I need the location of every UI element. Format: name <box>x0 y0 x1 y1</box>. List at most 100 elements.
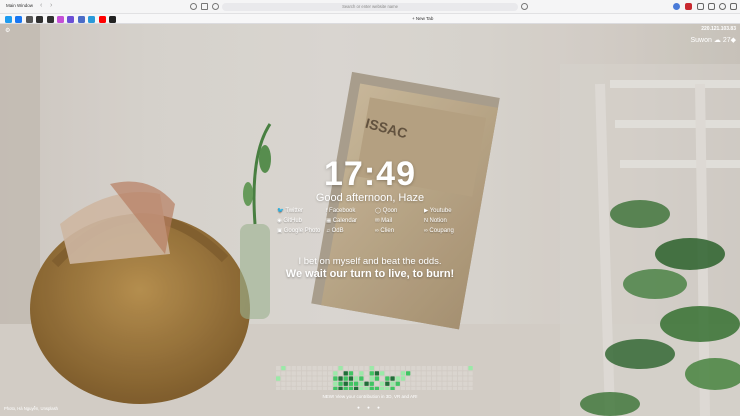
contribution-cell <box>369 376 374 381</box>
quote-line-1: I bet on myself and beat the odds. <box>298 256 442 267</box>
link-notion[interactable]: N Notion <box>424 218 447 224</box>
contribution-cell <box>380 371 385 376</box>
contribution-cell <box>437 376 442 381</box>
contribution-cell <box>463 386 468 390</box>
contribution-cell <box>317 381 322 386</box>
contribution-cell <box>317 386 322 390</box>
contribution-grid <box>276 366 473 390</box>
contribution-graph[interactable] <box>276 366 474 390</box>
mail-icon: ✉ <box>375 218 380 224</box>
contribution-cell <box>385 371 390 376</box>
link-youtube[interactable]: ▶ Youtube <box>424 208 452 214</box>
contribution-cell <box>385 376 390 381</box>
contribution-cell <box>354 366 359 371</box>
contribution-cell <box>312 386 317 390</box>
contribution-cell <box>400 381 406 386</box>
contribution-cell <box>447 376 452 381</box>
contribution-cell <box>447 366 452 371</box>
contribution-cell <box>463 366 468 371</box>
link-github[interactable]: ◉ GitHub <box>277 218 302 224</box>
github-icon: ◉ <box>277 218 282 224</box>
contribution-cell <box>369 366 374 371</box>
contribution-cell <box>369 386 374 390</box>
link-label: Qoon <box>382 208 398 214</box>
contribution-cell <box>437 386 442 390</box>
link-google-photo[interactable]: ▣ Google Photo <box>277 228 320 234</box>
contribution-cell <box>432 381 437 386</box>
contribution-cell <box>406 366 411 371</box>
contribution-cell <box>296 376 302 381</box>
contribution-cell <box>291 366 296 371</box>
contribution-cell <box>442 366 447 371</box>
contribution-cell <box>395 386 400 390</box>
contribution-cell <box>302 371 307 376</box>
contribution-cell <box>322 371 328 376</box>
contribution-cell <box>411 371 416 376</box>
contribution-cell <box>390 381 395 386</box>
contribution-cell <box>286 366 291 371</box>
link-facebook[interactable]: f Facebook <box>326 208 355 214</box>
quote-line-2: We wait our turn to live, to burn! <box>285 268 455 280</box>
contribution-cell <box>286 381 291 386</box>
contribution-cell <box>354 381 359 386</box>
contribution-cell <box>338 371 343 376</box>
greeting: Good afternoon, Haze <box>315 192 425 204</box>
contribution-cell <box>348 381 354 386</box>
contribution-cell <box>281 386 286 390</box>
contribution-cell <box>276 381 281 386</box>
contribution-cell <box>322 381 328 386</box>
contribution-cell <box>468 381 473 386</box>
link-label: Youtube <box>429 208 452 214</box>
contribution-cell <box>328 366 333 371</box>
contribution-cell <box>385 366 390 371</box>
contribution-notice[interactable]: NEW! View your contribution in 3D, VR an… <box>0 394 740 399</box>
contribution-cell <box>406 376 411 381</box>
contribution-cell <box>354 376 359 381</box>
contribution-cell <box>452 386 458 390</box>
link-odb[interactable]: ♫ OdB <box>326 228 344 234</box>
contribution-cell <box>406 386 411 390</box>
contribution-cell <box>296 386 302 390</box>
contribution-cell <box>374 371 380 376</box>
weather-icon: ◆ <box>730 37 736 44</box>
contribution-cell <box>296 381 302 386</box>
city-name: Suwon <box>690 37 712 44</box>
link-qoon[interactable]: ◯ Qoon <box>375 208 397 214</box>
contribution-cell <box>437 371 442 376</box>
gear-icon[interactable]: ⚙ <box>5 27 10 34</box>
contribution-cell <box>281 366 286 371</box>
contribution-cell <box>333 371 338 376</box>
link-calendar[interactable]: ▦ Calendar <box>326 218 357 224</box>
contribution-cell <box>364 386 369 390</box>
contribution-cell <box>421 381 426 386</box>
contribution-cell <box>364 381 369 386</box>
contribution-cell <box>437 366 442 371</box>
contribution-cell <box>442 386 447 390</box>
link-twitter[interactable]: 🐦 Twitter <box>277 208 303 214</box>
contribution-cell <box>302 366 307 371</box>
contribution-cell <box>291 386 296 390</box>
contribution-cell <box>322 386 328 390</box>
contribution-cell <box>307 366 312 371</box>
contribution-cell <box>395 376 400 381</box>
link-coupang[interactable]: ∞ Coupang <box>424 228 454 234</box>
contribution-cell <box>395 366 400 371</box>
photo-credit[interactable]: Photo, Hà Nguyễn, Unsplash <box>4 406 58 411</box>
link-mail[interactable]: ✉ Mail <box>375 218 392 224</box>
contribution-cell <box>307 376 312 381</box>
contribution-cell <box>390 376 395 381</box>
contribution-cell <box>338 376 343 381</box>
contribution-cell <box>395 371 400 376</box>
contribution-cell <box>468 371 473 376</box>
contribution-cell <box>432 386 437 390</box>
contribution-cell <box>359 381 364 386</box>
contribution-cell <box>369 381 374 386</box>
carousel-dots[interactable]: ● ● ● <box>0 405 740 410</box>
contribution-cell <box>458 366 463 371</box>
contribution-cell <box>458 371 463 376</box>
contribution-cell <box>458 376 463 381</box>
contribution-cell <box>291 371 296 376</box>
contribution-cell <box>463 376 468 381</box>
link-clien[interactable]: ∞ Clien <box>375 228 394 234</box>
temperature: 27 <box>722 37 731 44</box>
